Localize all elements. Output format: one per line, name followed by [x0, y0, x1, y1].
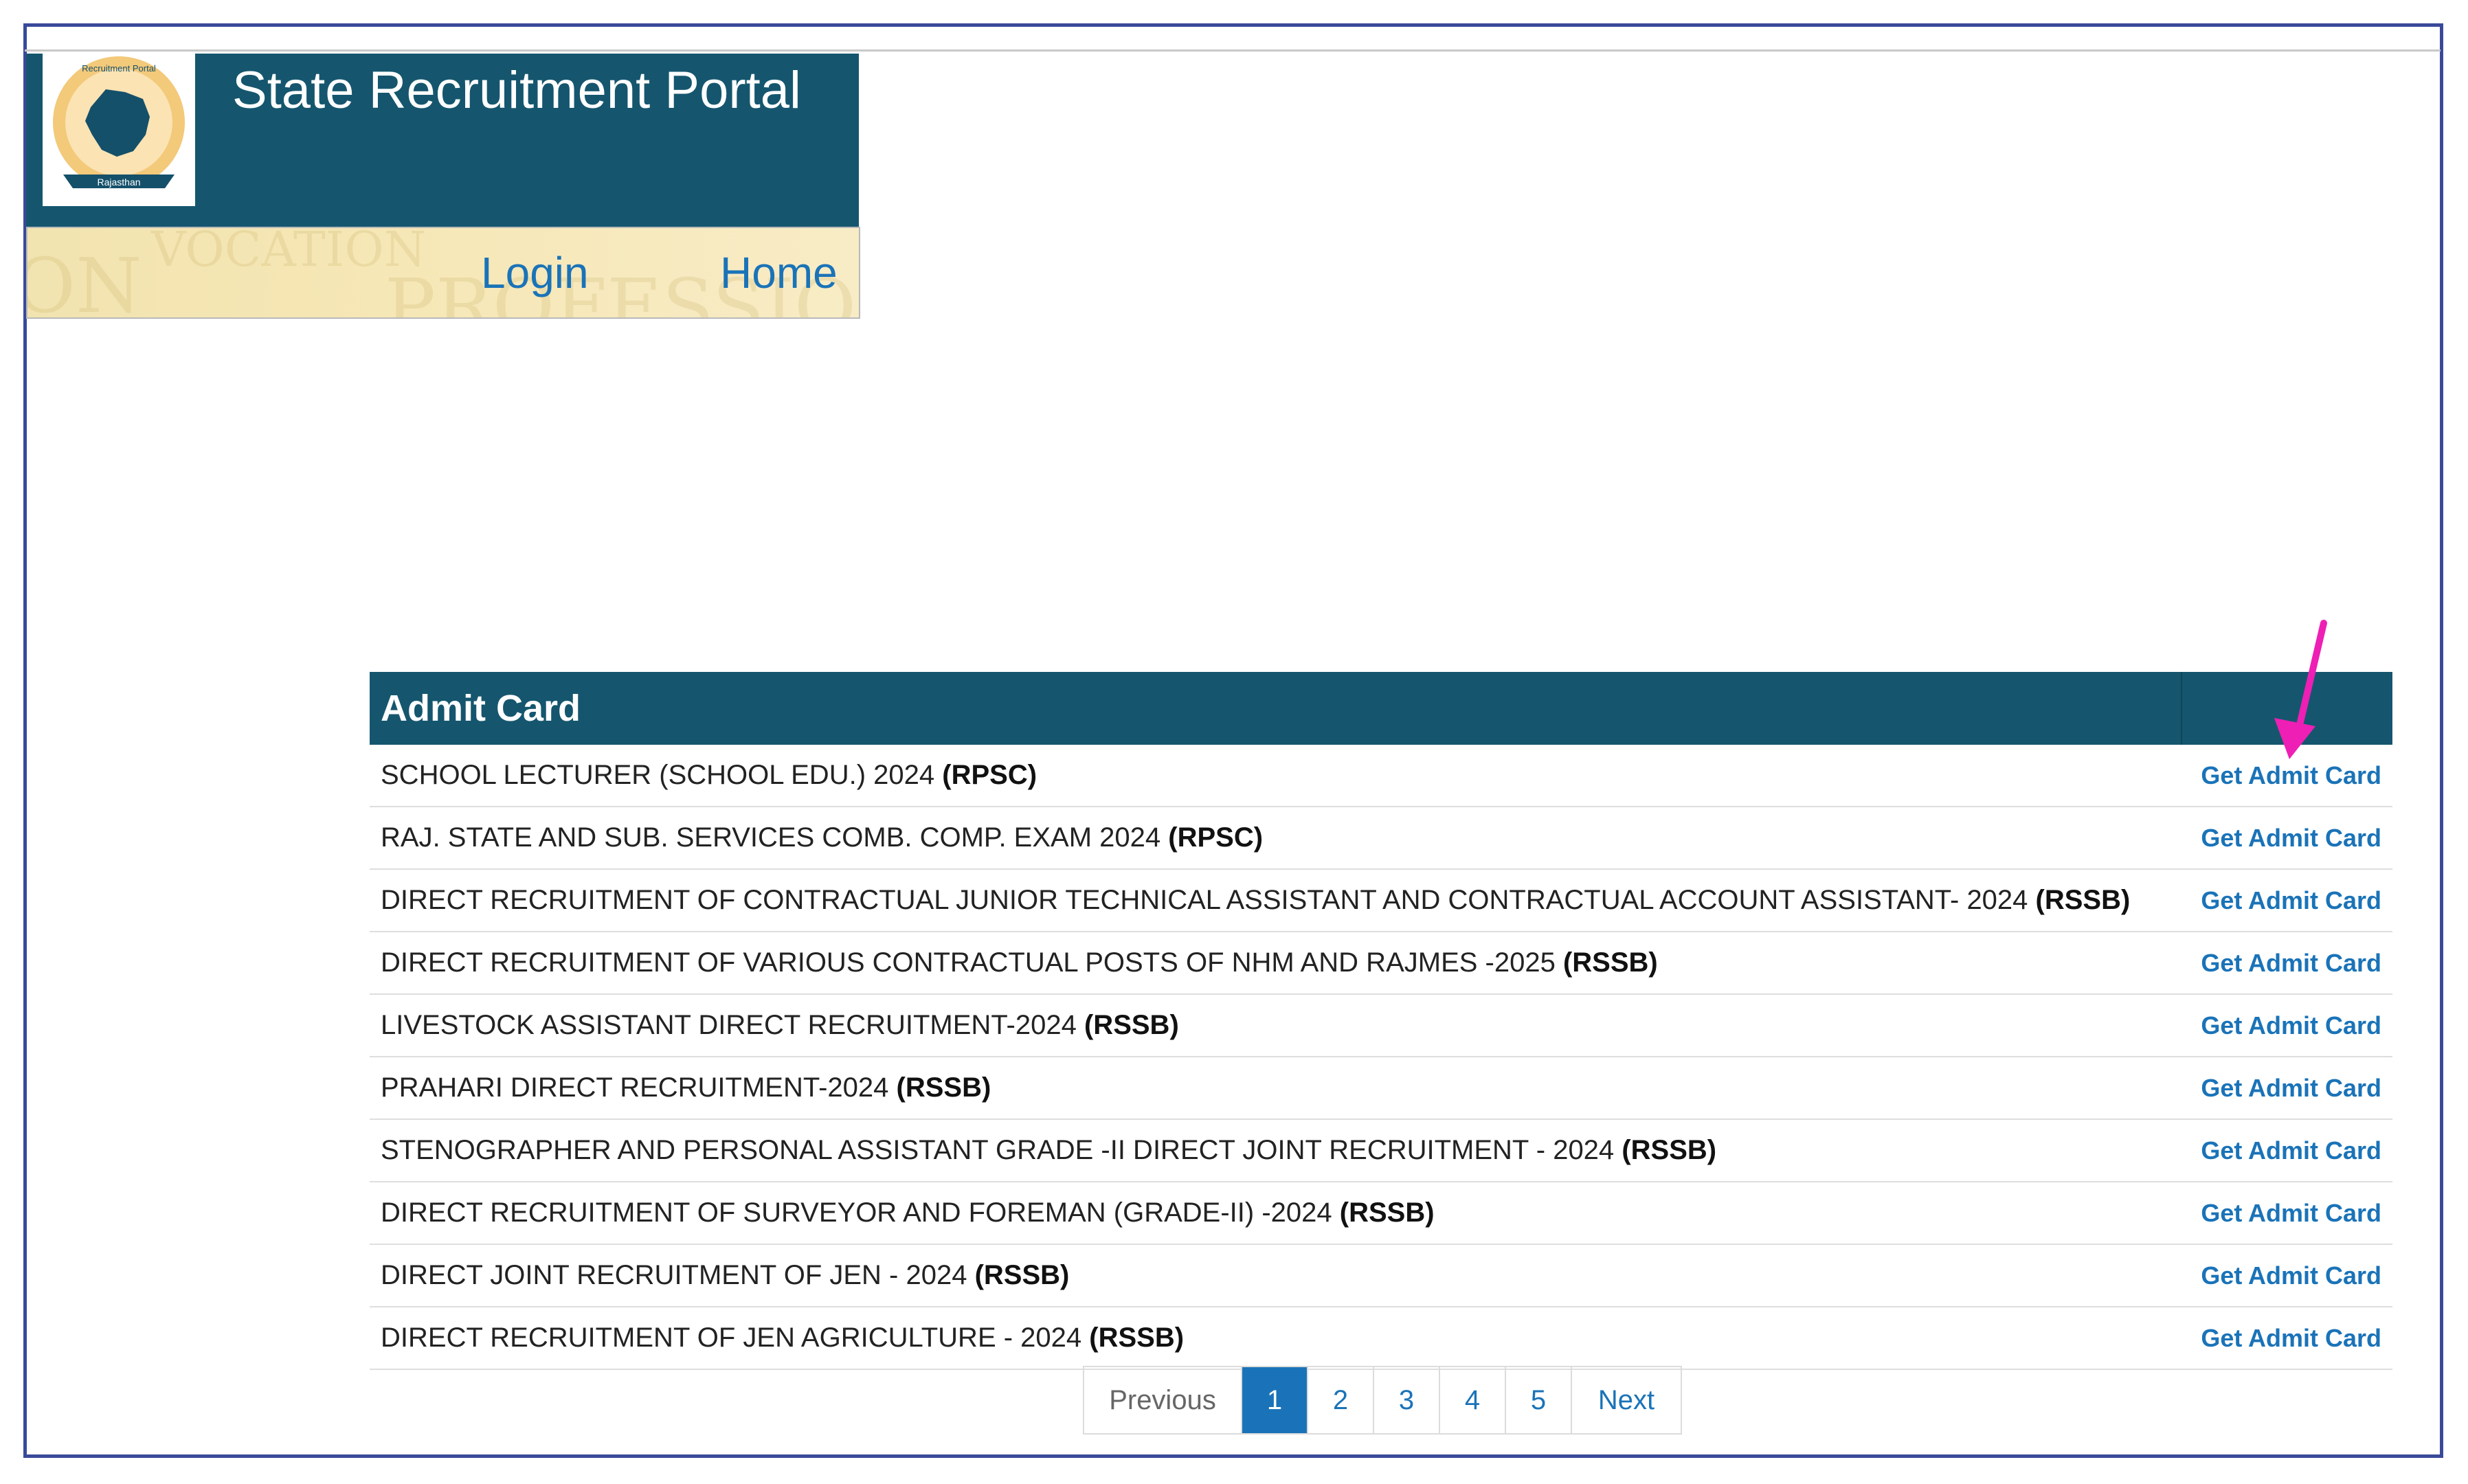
table-row: DIRECT RECRUITMENT OF VARIOUS CONTRACTUA… [370, 932, 2392, 995]
get-admit-card-link[interactable]: Get Admit Card [2201, 886, 2381, 915]
get-admit-card-link[interactable]: Get Admit Card [2201, 1199, 2381, 1228]
exam-name: RAJ. STATE AND SUB. SERVICES COMB. COMP.… [381, 822, 1264, 853]
get-admit-card-link[interactable]: Get Admit Card [2201, 1324, 2381, 1353]
table-row: SCHOOL LECTURER (SCHOOL EDU.) 2024 (RPSC… [370, 745, 2392, 807]
site-logo[interactable]: Rajasthan Recruitment Portal [43, 54, 195, 206]
table-row: DIRECT RECRUITMENT OF JEN AGRICULTURE - … [370, 1307, 2392, 1370]
exam-name: STENOGRAPHER AND PERSONAL ASSISTANT GRAD… [381, 1135, 1717, 1165]
top-divider [25, 49, 2441, 52]
table-row: DIRECT RECRUITMENT OF SURVEYOR AND FOREM… [370, 1182, 2392, 1245]
exam-name: SCHOOL LECTURER (SCHOOL EDU.) 2024 (RPSC… [381, 760, 1037, 790]
table-row: DIRECT RECRUITMENT OF CONTRACTUAL JUNIOR… [370, 870, 2392, 932]
exam-name: DIRECT RECRUITMENT OF VARIOUS CONTRACTUA… [381, 947, 1658, 978]
table-row: STENOGRAPHER AND PERSONAL ASSISTANT GRAD… [370, 1120, 2392, 1182]
get-admit-card-link[interactable]: Get Admit Card [2201, 824, 2381, 853]
admit-card-title: Admit Card [381, 688, 581, 729]
next-page-button[interactable]: Next [1572, 1367, 1681, 1433]
exam-name: PRAHARI DIRECT RECRUITMENT-2024 (RSSB) [381, 1072, 991, 1103]
nav-bar: ON VOCATION PROFESSION Login Home [26, 227, 860, 319]
get-admit-card-link[interactable]: Get Admit Card [2201, 949, 2381, 978]
admit-card-panel: Admit Card SCHOOL LECTURER (SCHOOL EDU.)… [370, 672, 2392, 1370]
table-row: LIVESTOCK ASSISTANT DIRECT RECRUITMENT-2… [370, 995, 2392, 1057]
nav-login-link[interactable]: Login [481, 247, 589, 298]
pagination: Previous 1 2 3 4 5 Next [1083, 1366, 1682, 1435]
table-row: DIRECT JOINT RECRUITMENT OF JEN - 2024 (… [370, 1245, 2392, 1307]
admit-card-header: Admit Card [370, 672, 2392, 745]
previous-page-button[interactable]: Previous [1084, 1367, 1242, 1433]
svg-text:Rajasthan: Rajasthan [97, 177, 140, 188]
table-row: RAJ. STATE AND SUB. SERVICES COMB. COMP.… [370, 807, 2392, 870]
table-row: PRAHARI DIRECT RECRUITMENT-2024 (RSSB) G… [370, 1057, 2392, 1120]
site-title: State Recruitment Portal [232, 61, 801, 120]
nav-background-watermark: ON [26, 242, 142, 319]
nav-home-link[interactable]: Home [720, 247, 838, 298]
header-divider [2181, 672, 2182, 745]
get-admit-card-link[interactable]: Get Admit Card [2201, 1136, 2381, 1165]
exam-name: DIRECT JOINT RECRUITMENT OF JEN - 2024 (… [381, 1260, 1070, 1290]
exam-name: DIRECT RECRUITMENT OF SURVEYOR AND FOREM… [381, 1198, 1435, 1228]
page-3-button[interactable]: 3 [1374, 1367, 1440, 1433]
exam-name: LIVESTOCK ASSISTANT DIRECT RECRUITMENT-2… [381, 1010, 1179, 1040]
page-4-button[interactable]: 4 [1440, 1367, 1506, 1433]
get-admit-card-link[interactable]: Get Admit Card [2201, 1011, 2381, 1040]
get-admit-card-link[interactable]: Get Admit Card [2201, 1261, 2381, 1290]
page-2-button[interactable]: 2 [1308, 1367, 1374, 1433]
page-1-button[interactable]: 1 [1242, 1367, 1308, 1433]
exam-name: DIRECT RECRUITMENT OF CONTRACTUAL JUNIOR… [381, 885, 2131, 915]
exam-name: DIRECT RECRUITMENT OF JEN AGRICULTURE - … [381, 1323, 1185, 1353]
get-admit-card-link[interactable]: Get Admit Card [2201, 1074, 2381, 1103]
state-map-emblem-icon: Rajasthan Recruitment Portal [53, 56, 185, 188]
pink-arrow-icon [2274, 620, 2327, 759]
svg-text:Recruitment Portal: Recruitment Portal [82, 63, 156, 74]
page-5-button[interactable]: 5 [1506, 1367, 1572, 1433]
